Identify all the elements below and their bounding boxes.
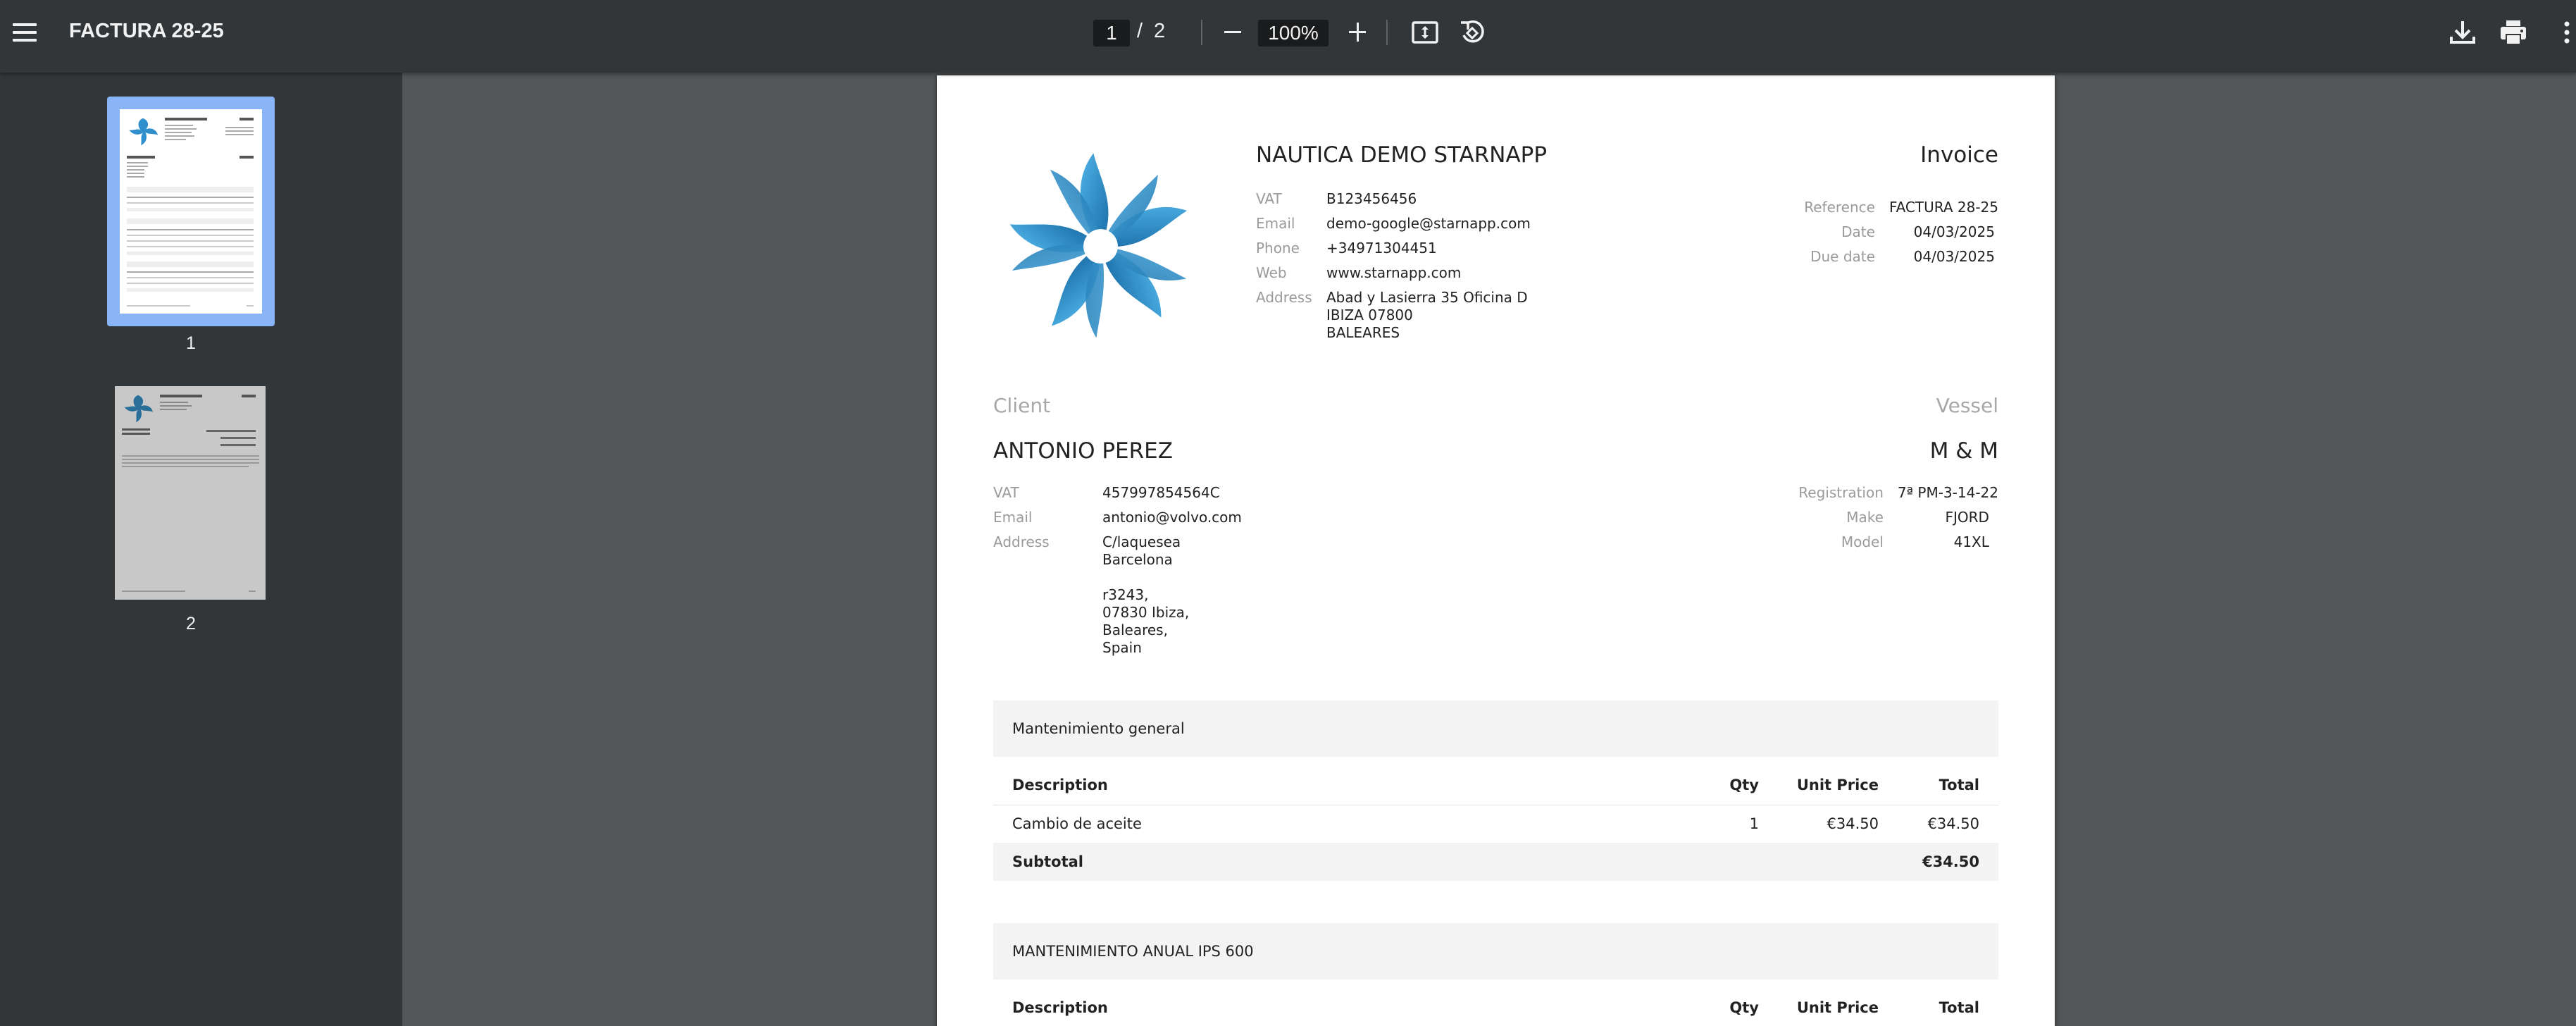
more-options-icon[interactable] (2550, 16, 2571, 49)
field-label: VAT (993, 484, 1019, 501)
page-total: 2 (1154, 20, 1166, 42)
field-label: Reference (1804, 199, 1875, 216)
field-label: Email (993, 509, 1033, 526)
download-icon[interactable] (2446, 16, 2479, 49)
company-web: www.starnapp.com (1326, 264, 1462, 281)
vessel-registration: 7ª PM-3-14-22 (1897, 484, 1998, 501)
column-header-unit-price: Unit Price (1759, 989, 1879, 1026)
client-details: VAT 457997854564C Email antonio@volvo.com … (993, 481, 1242, 657)
item-description: Cambio de aceite (1012, 815, 1142, 833)
service-group-title: Mantenimiento general (993, 700, 1998, 757)
company-details: VAT B123456456 Email demo-google@starnapp.… (1256, 187, 1531, 342)
field-label: VAT (1256, 190, 1282, 207)
column-header-total: Total (1879, 766, 1998, 805)
address-line: BALEARES (1326, 324, 1400, 341)
zoom-in-button[interactable] (1343, 16, 1371, 48)
toolbar-divider (1201, 20, 1202, 45)
address-line: IBIZA 07800 (1326, 307, 1413, 323)
item-qty: 1 (1749, 815, 1759, 833)
zoom-out-button[interactable] (1219, 16, 1247, 48)
thumbnail-sidebar: 1 2 (0, 73, 402, 1026)
invoice-title: Invoice (1920, 142, 1998, 168)
rotate-icon[interactable] (1455, 16, 1489, 49)
column-header-unit-price: Unit Price (1759, 766, 1879, 805)
zoom-level-input[interactable]: 100% (1258, 20, 1329, 47)
vessel-name: M & M (1929, 438, 1998, 464)
client-address: C/laquesea Barcelona r3243, 07830 Ibiza,… (1102, 530, 1189, 657)
client-name: ANTONIO PEREZ (993, 438, 1173, 464)
thumbnail-label: 2 (186, 614, 196, 633)
address-line: Baleares, (1102, 622, 1168, 638)
address-line (1102, 569, 1189, 586)
subtotal-label: Subtotal (993, 843, 1688, 881)
column-header-total: Total (1879, 989, 1998, 1026)
field-label: Web (1256, 264, 1287, 281)
page-thumbnail-1[interactable] (107, 97, 275, 326)
items-table: Description Qty Unit Price Total (993, 989, 1998, 1026)
company-vat: B123456456 (1326, 190, 1417, 207)
table-header-row: Description Qty Unit Price Total (993, 989, 1998, 1026)
client-email: antonio@volvo.com (1102, 509, 1242, 526)
document-page: NAUTICA DEMO STARNAPP VAT B123456456 Emai… (937, 75, 2055, 1026)
table-row: Cambio de aceite 1 €34.50 €34.50 (993, 805, 1998, 843)
toolbar-divider (1386, 20, 1388, 45)
address-line: r3243, (1102, 586, 1149, 603)
column-header-description: Description (993, 766, 1688, 805)
field-label: Email (1256, 215, 1295, 232)
invoice-date: 04/03/2025 (1913, 223, 1995, 240)
service-group-title: MANTENIMIENTO ANUAL IPS 600 (993, 923, 1998, 979)
company-logo (1009, 153, 1188, 338)
page-separator: / (1137, 20, 1143, 42)
empty-cell (1759, 843, 1879, 881)
client-heading: Client (993, 394, 1051, 417)
vessel-model: 41XL (1953, 533, 1989, 550)
column-header-qty: Qty (1688, 766, 1759, 805)
items-table: Description Qty Unit Price Total Cambio … (993, 766, 1998, 881)
page-thumbnail-2[interactable] (115, 386, 266, 600)
thumbnail-preview (120, 109, 262, 314)
field-label: Due date (1810, 248, 1875, 265)
table-header-row: Description Qty Unit Price Total (993, 766, 1998, 805)
item-unit-price: €34.50 (1827, 815, 1879, 833)
company-email: demo-google@starnapp.com (1326, 215, 1531, 232)
address-line: Barcelona (1102, 551, 1173, 568)
client-vat: 457997854564C (1102, 484, 1220, 501)
subtotal-row: Subtotal €34.50 (993, 843, 1998, 881)
print-icon[interactable] (2496, 16, 2530, 49)
viewer-toolbar: FACTURA 28-25 1 / 2 100% (0, 0, 2576, 73)
fit-to-page-icon[interactable] (1408, 16, 1442, 49)
field-label: Model (1841, 533, 1884, 550)
field-label: Phone (1256, 240, 1300, 256)
field-label: Address (1256, 289, 1312, 306)
vessel-make: FJORD (1945, 509, 1989, 526)
empty-cell (1688, 843, 1759, 881)
company-address: Abad y Lasierra 35 Oficina D IBIZA 07800… (1326, 285, 1528, 342)
field-label: Address (993, 533, 1050, 550)
page-number-input[interactable]: 1 (1093, 20, 1130, 47)
company-name: NAUTICA DEMO STARNAPP (1256, 142, 1548, 168)
thumbnail-label: 1 (186, 333, 196, 353)
column-header-qty: Qty (1688, 989, 1759, 1026)
address-line: Abad y Lasierra 35 Oficina D (1326, 289, 1528, 306)
invoice-reference: FACTURA 28-25 (1889, 199, 1998, 216)
menu-icon[interactable] (10, 18, 39, 47)
document-title: FACTURA 28-25 (69, 20, 224, 42)
column-header-description: Description (993, 989, 1688, 1026)
invoice-meta: Reference FACTURA 28-25 Date 04/03/2025 Du… (1801, 195, 1998, 269)
vessel-details: Registration 7ª PM-3-14-22 Make FJORD Mode… (1771, 481, 1998, 555)
company-phone: +34971304451 (1326, 240, 1437, 256)
subtotal-value: €34.50 (1879, 843, 1998, 881)
vessel-heading: Vessel (1936, 394, 1998, 417)
item-total: €34.50 (1927, 815, 1979, 833)
field-label: Registration (1798, 484, 1884, 501)
field-label: Make (1846, 509, 1884, 526)
address-line: Spain (1102, 639, 1142, 656)
address-line: 07830 Ibiza, (1102, 604, 1190, 621)
field-label: Date (1841, 223, 1875, 240)
invoice-due-date: 04/03/2025 (1913, 248, 1995, 265)
address-line: C/laquesea (1102, 533, 1181, 550)
